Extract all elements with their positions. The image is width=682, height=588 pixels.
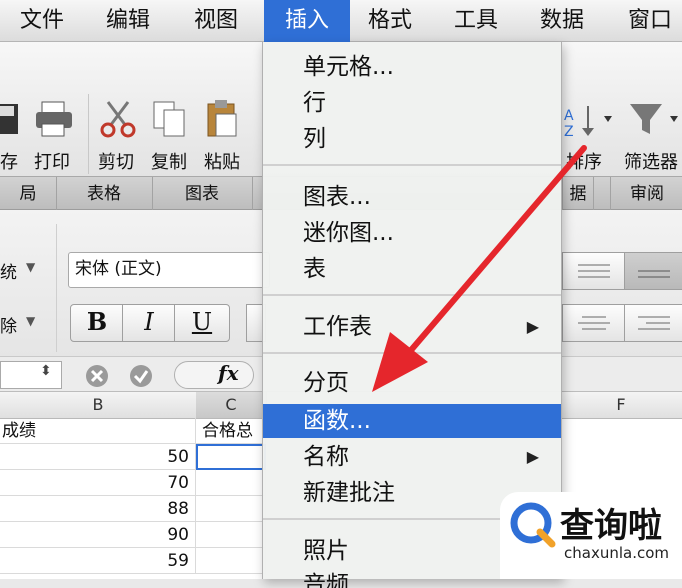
watermark-logo: 查询啦 chaxunla.com (500, 492, 682, 579)
arrow-shaft (403, 145, 587, 359)
logo-brand-text: 查询啦 (560, 506, 662, 546)
search-logo-icon (510, 502, 556, 548)
logo-url-text: chaxunla.com (564, 544, 669, 562)
